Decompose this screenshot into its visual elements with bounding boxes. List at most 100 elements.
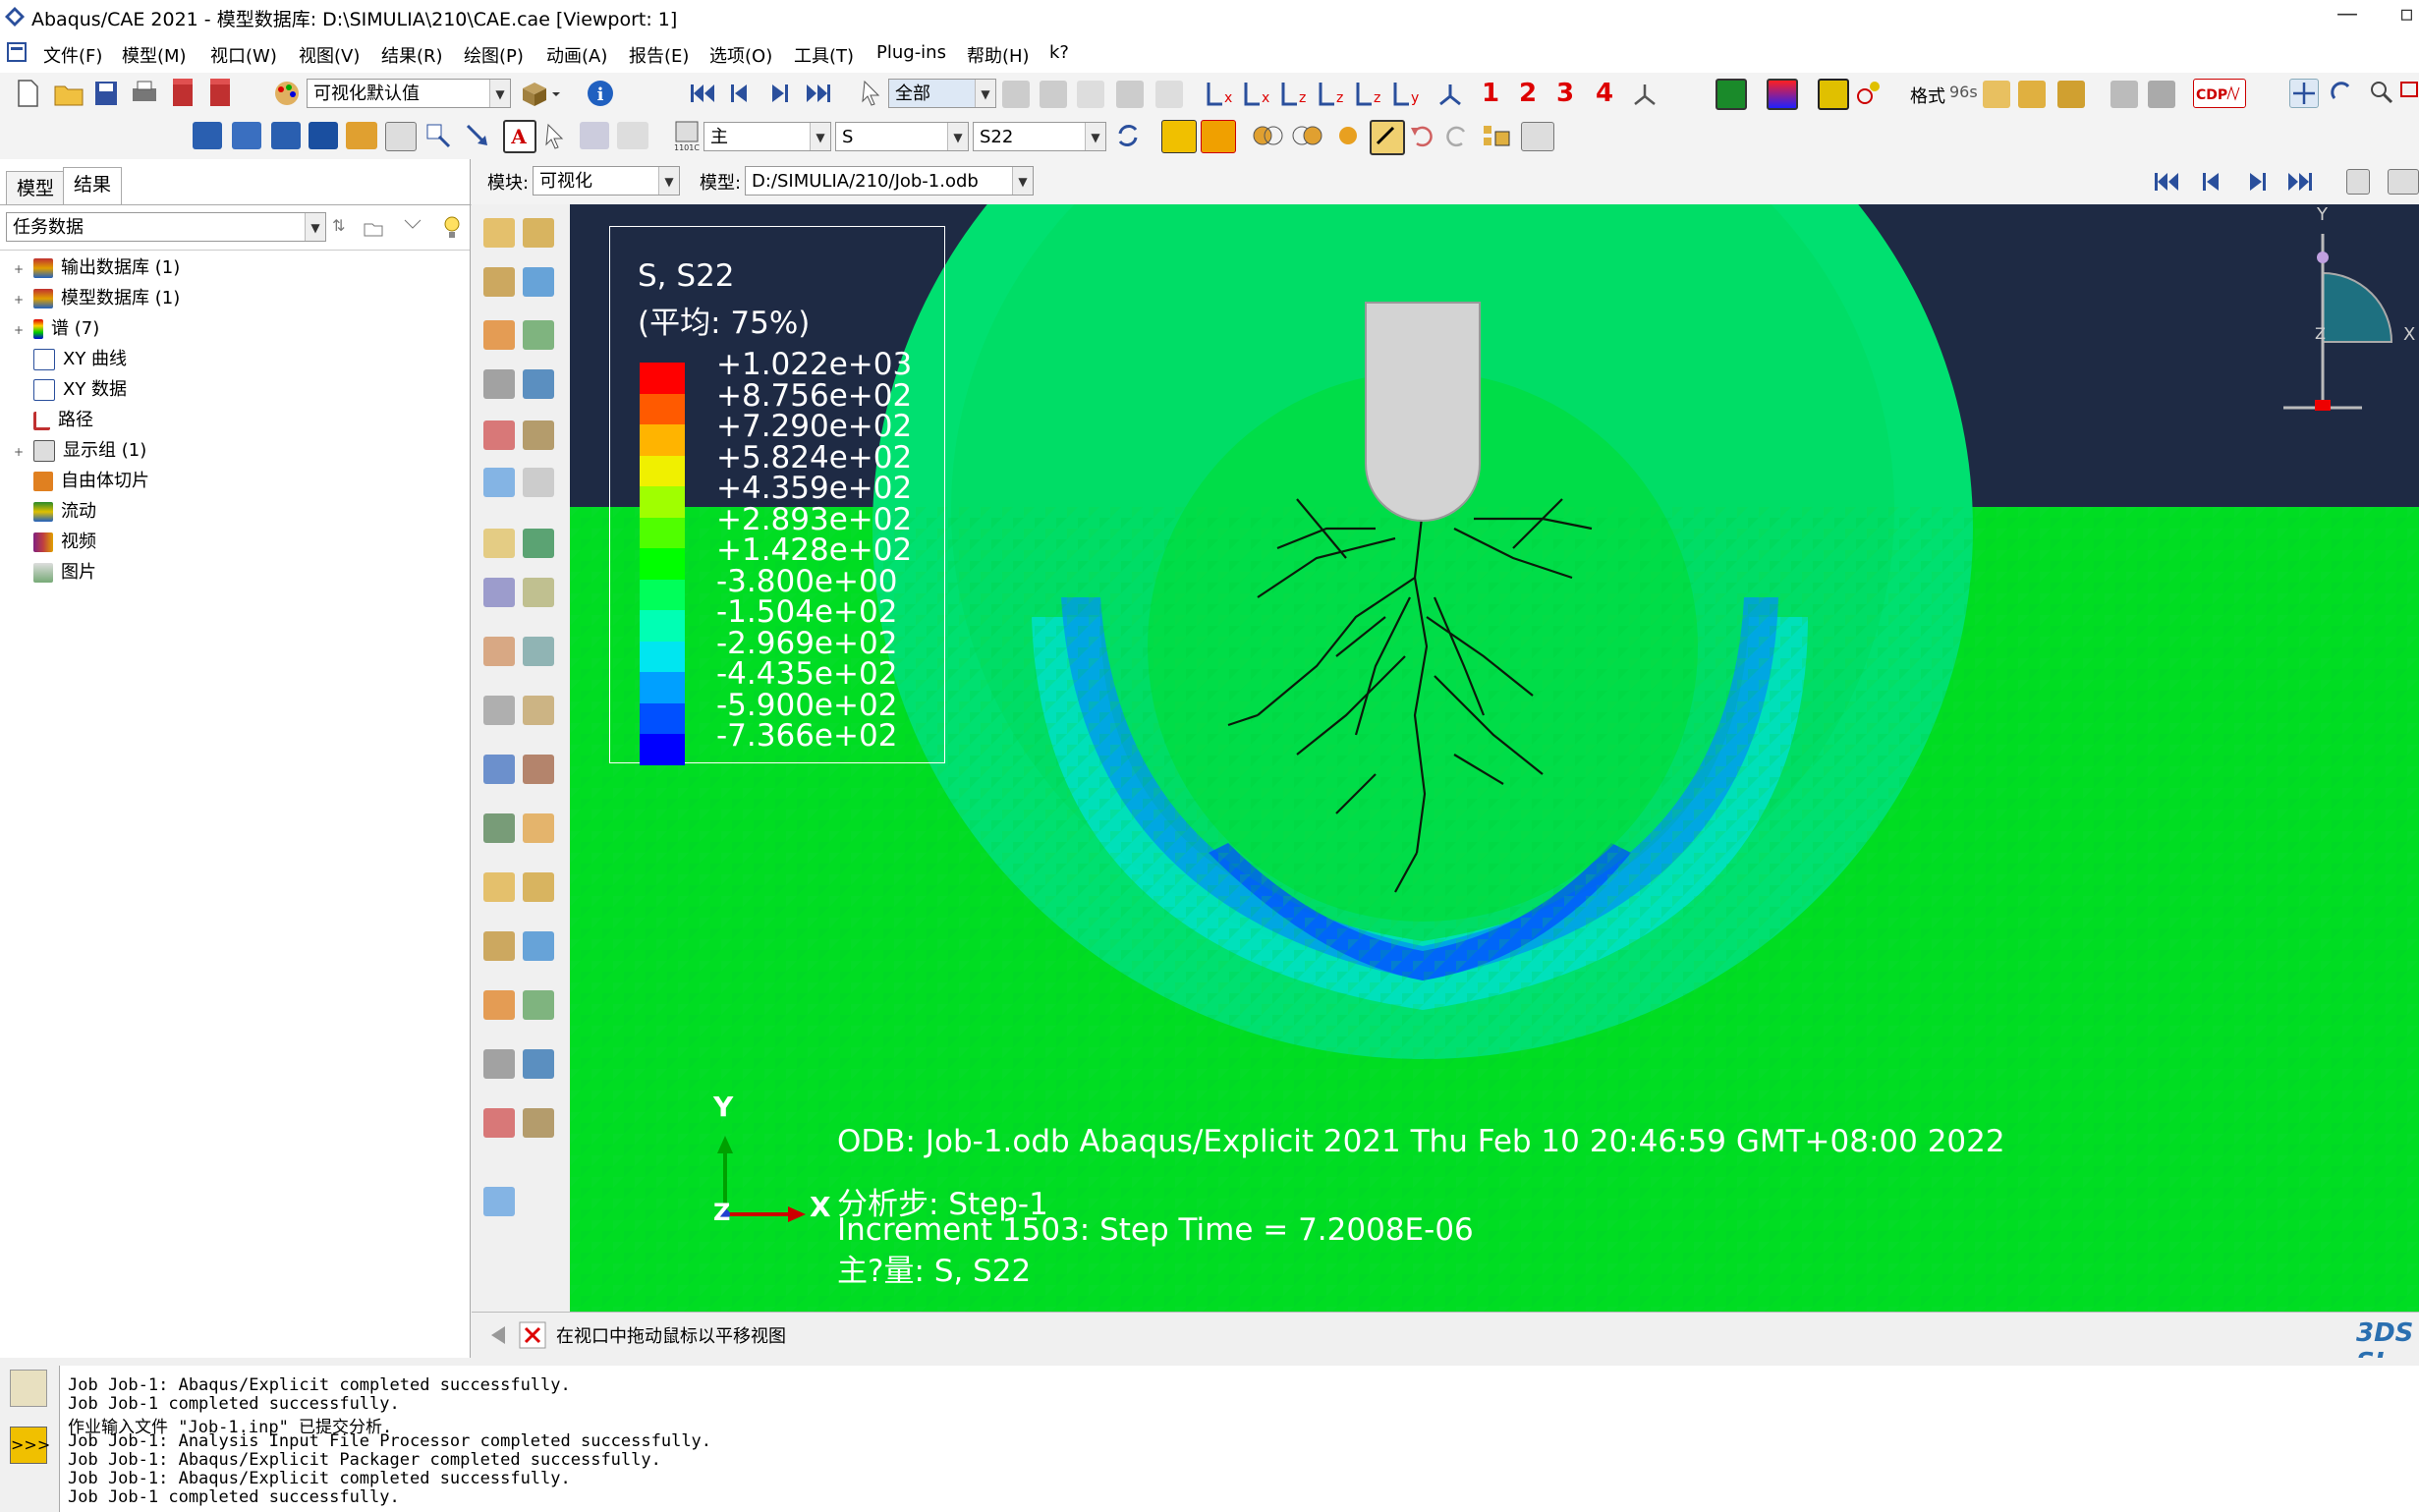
contour-plot-icon[interactable] (1767, 79, 1798, 110)
toolbox-tool-icon[interactable] (523, 872, 554, 902)
toolbox-tool-icon[interactable] (483, 267, 515, 297)
overlay-icon[interactable] (1252, 122, 1283, 149)
context-last-frame-icon[interactable] (2285, 169, 2315, 195)
tree-sort-icon[interactable]: ⇅ (332, 216, 345, 235)
document-menu-icon[interactable] (6, 41, 28, 63)
toolbox-tool-icon[interactable] (483, 696, 515, 725)
menu-plot[interactable]: 绘图(P) (464, 42, 524, 68)
expand-icon[interactable]: + (14, 285, 28, 314)
next-frame-icon[interactable] (766, 81, 792, 106)
contour-legend[interactable]: S, S22 (平均: 75%) +1.022e+03 +8.756e+02 +7.… (609, 226, 945, 765)
box-solid-icon[interactable] (2057, 81, 2085, 108)
tree-item-spectrum[interactable]: + 谱 (7) (14, 314, 99, 344)
toolbox-tool-icon[interactable] (483, 755, 515, 784)
lightbulb-icon[interactable] (440, 214, 464, 242)
toolbox-tool-icon[interactable] (523, 813, 554, 843)
toolbox-tool-icon[interactable] (483, 637, 515, 666)
viewport-annotation-icon[interactable] (385, 122, 417, 151)
ladder-icon[interactable] (2110, 81, 2138, 108)
symbol-plot-icon[interactable] (1855, 79, 1883, 106)
toolbox-tool-icon[interactable] (483, 1108, 515, 1138)
expand-icon[interactable]: + (14, 437, 28, 467)
toolbox-tool-icon[interactable] (483, 218, 515, 248)
ladder-alt-icon[interactable] (2148, 81, 2175, 108)
tree-item-video[interactable]: 视频 (14, 528, 96, 557)
triad-icon[interactable] (1631, 81, 1659, 108)
arrow-annotation-icon[interactable] (464, 122, 491, 149)
tree-filter-icon[interactable] (401, 216, 424, 240)
tree-item-flow[interactable]: 流动 (14, 497, 96, 527)
format-label[interactable]: 格式 (1910, 83, 1945, 108)
info-icon[interactable]: i (586, 79, 615, 108)
menu-model[interactable]: 模型(M) (122, 42, 187, 68)
prompt-cancel-icon[interactable] (519, 1321, 546, 1349)
toolbox-tool-icon[interactable] (523, 468, 554, 497)
toolbox-tool-icon[interactable] (483, 320, 515, 350)
box-view-icon[interactable] (1983, 81, 2010, 108)
menu-viewport[interactable]: 视口(W) (210, 42, 277, 68)
viewport-link-icon[interactable] (346, 122, 377, 149)
menu-view[interactable]: 视图(V) (299, 42, 360, 68)
toolbox-tool-icon[interactable] (523, 267, 554, 297)
render-palette-icon[interactable] (271, 79, 303, 108)
toolbox-tool-icon[interactable] (483, 468, 515, 497)
tree-item-free-body[interactable]: 自由体切片 (14, 467, 149, 496)
toolbox-tool-icon[interactable] (483, 529, 515, 558)
toolbox-tool-icon[interactable] (523, 637, 554, 666)
viewport[interactable]: S, S22 (平均: 75%) +1.022e+03 +8.756e+02 +7.… (570, 204, 2419, 1312)
toolbox-tool-icon[interactable] (523, 931, 554, 961)
select-box-icon[interactable] (1040, 81, 1067, 108)
toolbox-tool-icon[interactable] (483, 369, 515, 399)
toolbox-tool-icon[interactable] (483, 931, 515, 961)
toolbox-tool-icon[interactable] (523, 218, 554, 248)
rotate-icon[interactable] (2329, 79, 2356, 106)
viewport-layout-3-icon[interactable] (271, 122, 301, 149)
last-frame-icon[interactable] (804, 81, 833, 106)
menu-file[interactable]: 文件(F) (43, 42, 102, 68)
tab-model[interactable]: 模型 (6, 171, 66, 205)
csys-2-button[interactable]: 2 (1519, 79, 1537, 108)
field-variable-select[interactable]: S ▼ (835, 122, 969, 151)
menu-animate[interactable]: 动画(A) (546, 42, 607, 68)
animation-camera-icon[interactable] (2388, 169, 2419, 195)
views-icon[interactable] (1482, 122, 1513, 149)
tree-item-xy-curve[interactable]: XY 曲线 (14, 345, 127, 374)
toolbox-tool-icon[interactable] (523, 529, 554, 558)
selection-options-icon[interactable] (1002, 81, 1030, 108)
first-frame-icon[interactable] (688, 81, 717, 106)
toolbox-tool-icon[interactable] (523, 369, 554, 399)
tree-item-xy-data[interactable]: XY 数据 (14, 375, 127, 405)
menu-tools[interactable]: 工具(T) (794, 42, 854, 68)
mesh-plot-icon[interactable] (1716, 79, 1747, 110)
render-style-select[interactable]: 可视化默认值 ▼ (307, 79, 511, 108)
box-zoom-icon[interactable] (2399, 79, 2419, 106)
menu-context-help[interactable]: k? (1049, 42, 1069, 63)
zoom-icon[interactable] (2368, 79, 2395, 106)
toolbox-tool-icon[interactable] (483, 990, 515, 1020)
toolbox-tool-icon[interactable] (523, 578, 554, 607)
undo-icon[interactable] (1407, 122, 1435, 149)
box-shaded-icon[interactable] (2018, 81, 2046, 108)
prompt-back-icon[interactable] (485, 1322, 511, 1348)
frame-options-icon[interactable] (2346, 169, 2370, 195)
tree-item-model-db[interactable]: + 模型数据库 (1) (14, 284, 180, 313)
csys-1-button[interactable]: 1 (1482, 79, 1499, 108)
tab-results[interactable]: 结果 (63, 167, 123, 205)
view-cube-icon[interactable] (519, 79, 562, 108)
toolbox-tool-icon[interactable] (483, 578, 515, 607)
field-output-icon[interactable]: 1101C (672, 120, 702, 152)
tree-item-image[interactable]: 图片 (14, 558, 96, 588)
context-next-frame-icon[interactable] (2244, 169, 2270, 195)
selection-filter-select[interactable]: 全部 ▼ (888, 79, 996, 108)
pan-icon[interactable] (2289, 79, 2319, 108)
toolbox-tool-icon[interactable] (523, 696, 554, 725)
save-icon[interactable] (92, 79, 120, 108)
module-select[interactable]: 可视化 ▼ (533, 166, 680, 196)
viewport-layout-2-icon[interactable] (232, 122, 261, 149)
sphere-icon[interactable] (1334, 122, 1362, 149)
menu-report[interactable]: 报告(E) (629, 42, 689, 68)
viewport-layout-1-icon[interactable] (193, 122, 222, 149)
tree-item-output-db[interactable]: + 输出数据库 (1) (14, 253, 180, 283)
expand-icon[interactable]: + (14, 315, 28, 345)
tree-up-icon[interactable] (362, 216, 385, 240)
